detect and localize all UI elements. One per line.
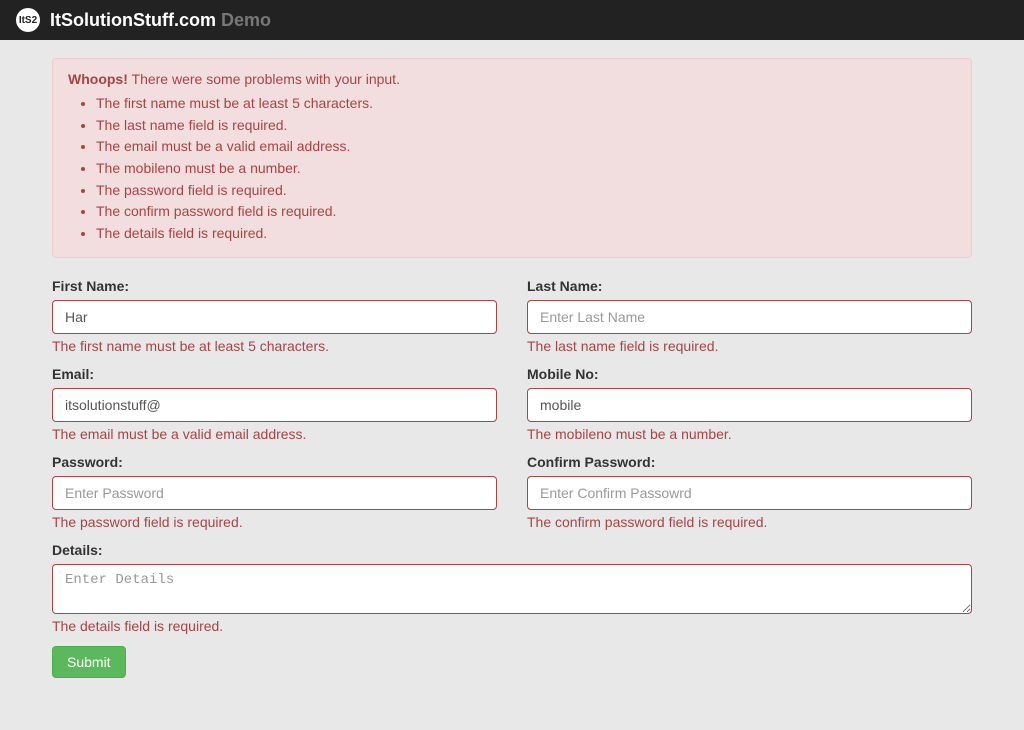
mobile-input[interactable]: [527, 388, 972, 422]
alert-subtext: There were some problems with your input…: [132, 71, 400, 87]
submit-button[interactable]: Submit: [52, 646, 126, 678]
brand-logo: ItS2: [16, 8, 40, 32]
mobile-group: Mobile No: The mobileno must be a number…: [512, 366, 987, 442]
email-input[interactable]: [52, 388, 497, 422]
navbar: ItS2 ItSolutionStuff.com Demo: [0, 0, 1024, 40]
brand-title: ItSolutionStuff.com Demo: [50, 10, 271, 31]
first-name-group: First Name: The first name must be at le…: [37, 278, 512, 354]
email-group: Email: The email must be a valid email a…: [37, 366, 512, 442]
brand-demo-label: Demo: [221, 10, 271, 30]
alert-item: The password field is required.: [96, 180, 956, 202]
alert-item: The first name must be at least 5 charac…: [96, 93, 956, 115]
page-container: Whoops! There were some problems with yo…: [52, 40, 972, 730]
first-name-label: First Name:: [52, 278, 497, 294]
alert-heading: Whoops! There were some problems with yo…: [68, 71, 400, 87]
email-label: Email:: [52, 366, 497, 382]
last-name-error: The last name field is required.: [527, 338, 972, 354]
details-error: The details field is required.: [52, 618, 972, 634]
alert-item: The mobileno must be a number.: [96, 158, 956, 180]
password-input[interactable]: [52, 476, 497, 510]
first-name-error: The first name must be at least 5 charac…: [52, 338, 497, 354]
password-error: The password field is required.: [52, 514, 497, 530]
submit-group: Submit: [37, 646, 987, 678]
mobile-error: The mobileno must be a number.: [527, 426, 972, 442]
details-input[interactable]: [52, 564, 972, 614]
password-label: Password:: [52, 454, 497, 470]
validation-alert: Whoops! There were some problems with yo…: [52, 58, 972, 258]
email-error: The email must be a valid email address.: [52, 426, 497, 442]
last-name-input[interactable]: [527, 300, 972, 334]
password-group: Password: The password field is required…: [37, 454, 512, 530]
mobile-label: Mobile No:: [527, 366, 972, 382]
last-name-group: Last Name: The last name field is requir…: [512, 278, 987, 354]
alert-list: The first name must be at least 5 charac…: [96, 93, 956, 245]
details-group: Details: The details field is required.: [37, 542, 987, 634]
alert-item: The confirm password field is required.: [96, 201, 956, 223]
confirm-password-error: The confirm password field is required.: [527, 514, 972, 530]
confirm-password-label: Confirm Password:: [527, 454, 972, 470]
alert-item: The details field is required.: [96, 223, 956, 245]
brand-name: ItSolutionStuff.com: [50, 10, 216, 30]
confirm-password-input[interactable]: [527, 476, 972, 510]
last-name-label: Last Name:: [527, 278, 972, 294]
alert-item: The last name field is required.: [96, 115, 956, 137]
alert-item: The email must be a valid email address.: [96, 136, 956, 158]
confirm-password-group: Confirm Password: The confirm password f…: [512, 454, 987, 530]
alert-heading-text: Whoops!: [68, 71, 128, 87]
details-label: Details:: [52, 542, 972, 558]
first-name-input[interactable]: [52, 300, 497, 334]
